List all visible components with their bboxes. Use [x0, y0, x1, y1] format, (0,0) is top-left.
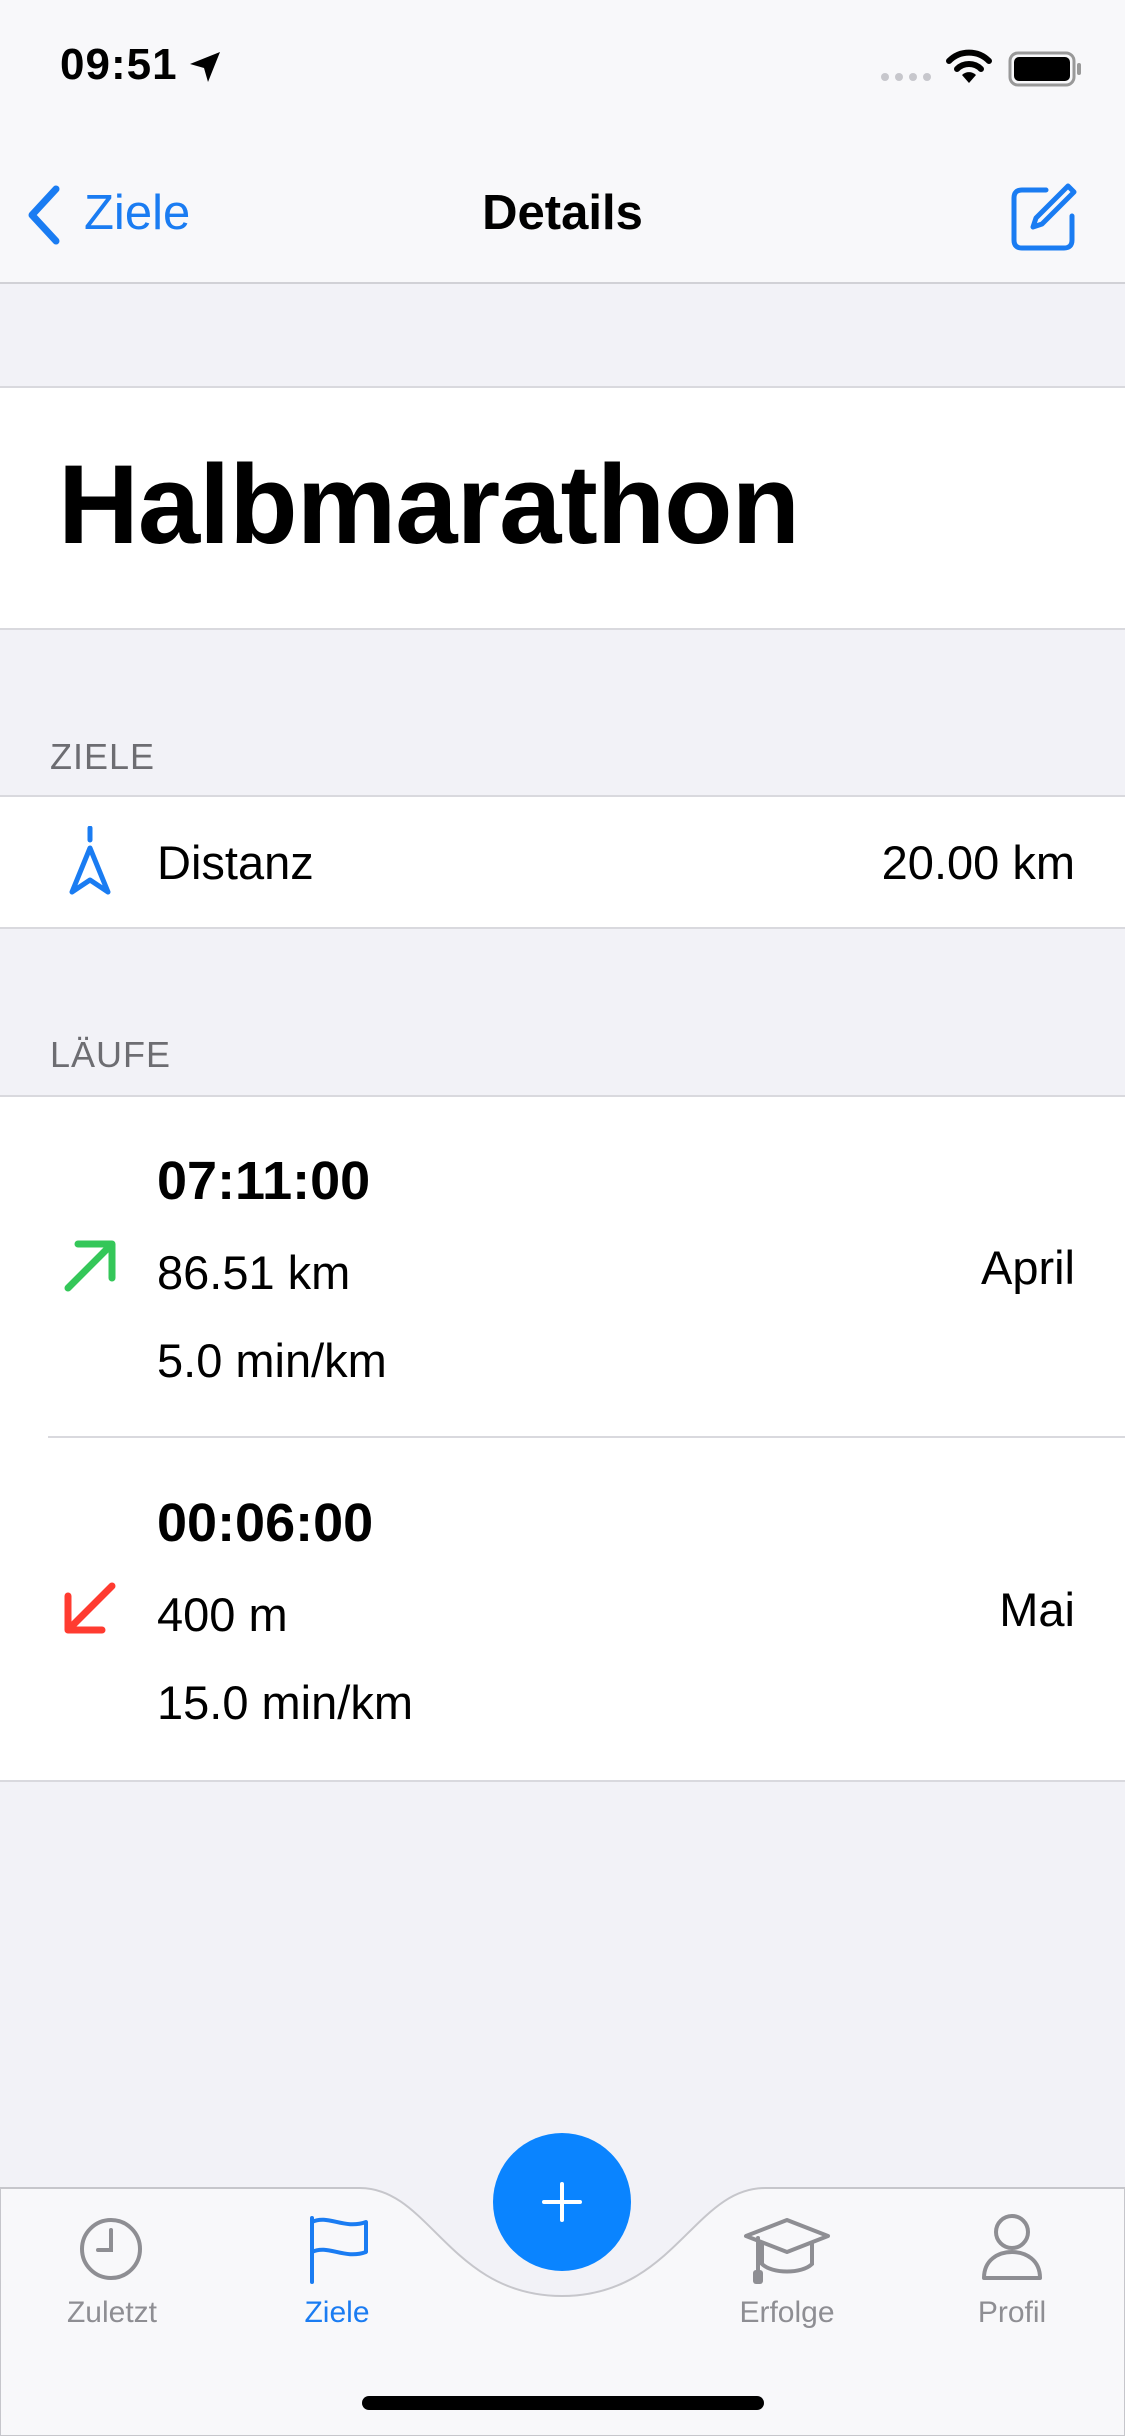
- run-pace: 15.0 min/km: [157, 1676, 413, 1729]
- section-header-ziele: ZIELE: [50, 736, 156, 777]
- compose-edit-icon[interactable]: [1008, 182, 1078, 252]
- home-indicator[interactable]: [362, 2396, 764, 2410]
- goal-distance-value: 20.00 km: [881, 836, 1075, 889]
- clock-icon: [80, 2218, 142, 2280]
- plus-icon: [542, 2182, 582, 2222]
- tab-label-profil: Profil: [977, 2296, 1047, 2329]
- run-distance: 400 m: [157, 1588, 288, 1641]
- graduation-cap-icon: [744, 2218, 830, 2284]
- person-icon: [982, 2214, 1042, 2280]
- flag-icon: [310, 2216, 368, 2284]
- run-duration: 00:06:00: [157, 1493, 374, 1553]
- distance-route-icon: [69, 826, 111, 895]
- trend-down-arrow-icon: [64, 1582, 116, 1634]
- wifi-icon: [946, 49, 992, 83]
- run-pace: 5.0 min/km: [157, 1334, 387, 1387]
- run-distance: 86.51 km: [157, 1246, 351, 1299]
- goal-title: Halbmarathon: [58, 442, 800, 567]
- battery-icon: [1008, 51, 1081, 87]
- run-duration: 07:11:00: [157, 1151, 371, 1211]
- cellular-signal-icon: [881, 73, 931, 81]
- run-month: April: [980, 1241, 1075, 1294]
- trend-up-arrow-icon: [64, 1240, 116, 1292]
- run-month: Mai: [999, 1583, 1075, 1636]
- tab-label-erfolge: Erfolge: [739, 2296, 835, 2329]
- status-time: 09:51: [60, 40, 178, 89]
- section-header-laeufe: LÄUFE: [50, 1034, 172, 1075]
- tab-label-zuletzt: Zuletzt: [66, 2296, 158, 2329]
- tab-label-ziele: Ziele: [304, 2296, 370, 2329]
- goal-distance-label: Distanz: [157, 836, 314, 889]
- location-arrow-icon: [190, 52, 220, 82]
- page-title: Details: [482, 186, 643, 240]
